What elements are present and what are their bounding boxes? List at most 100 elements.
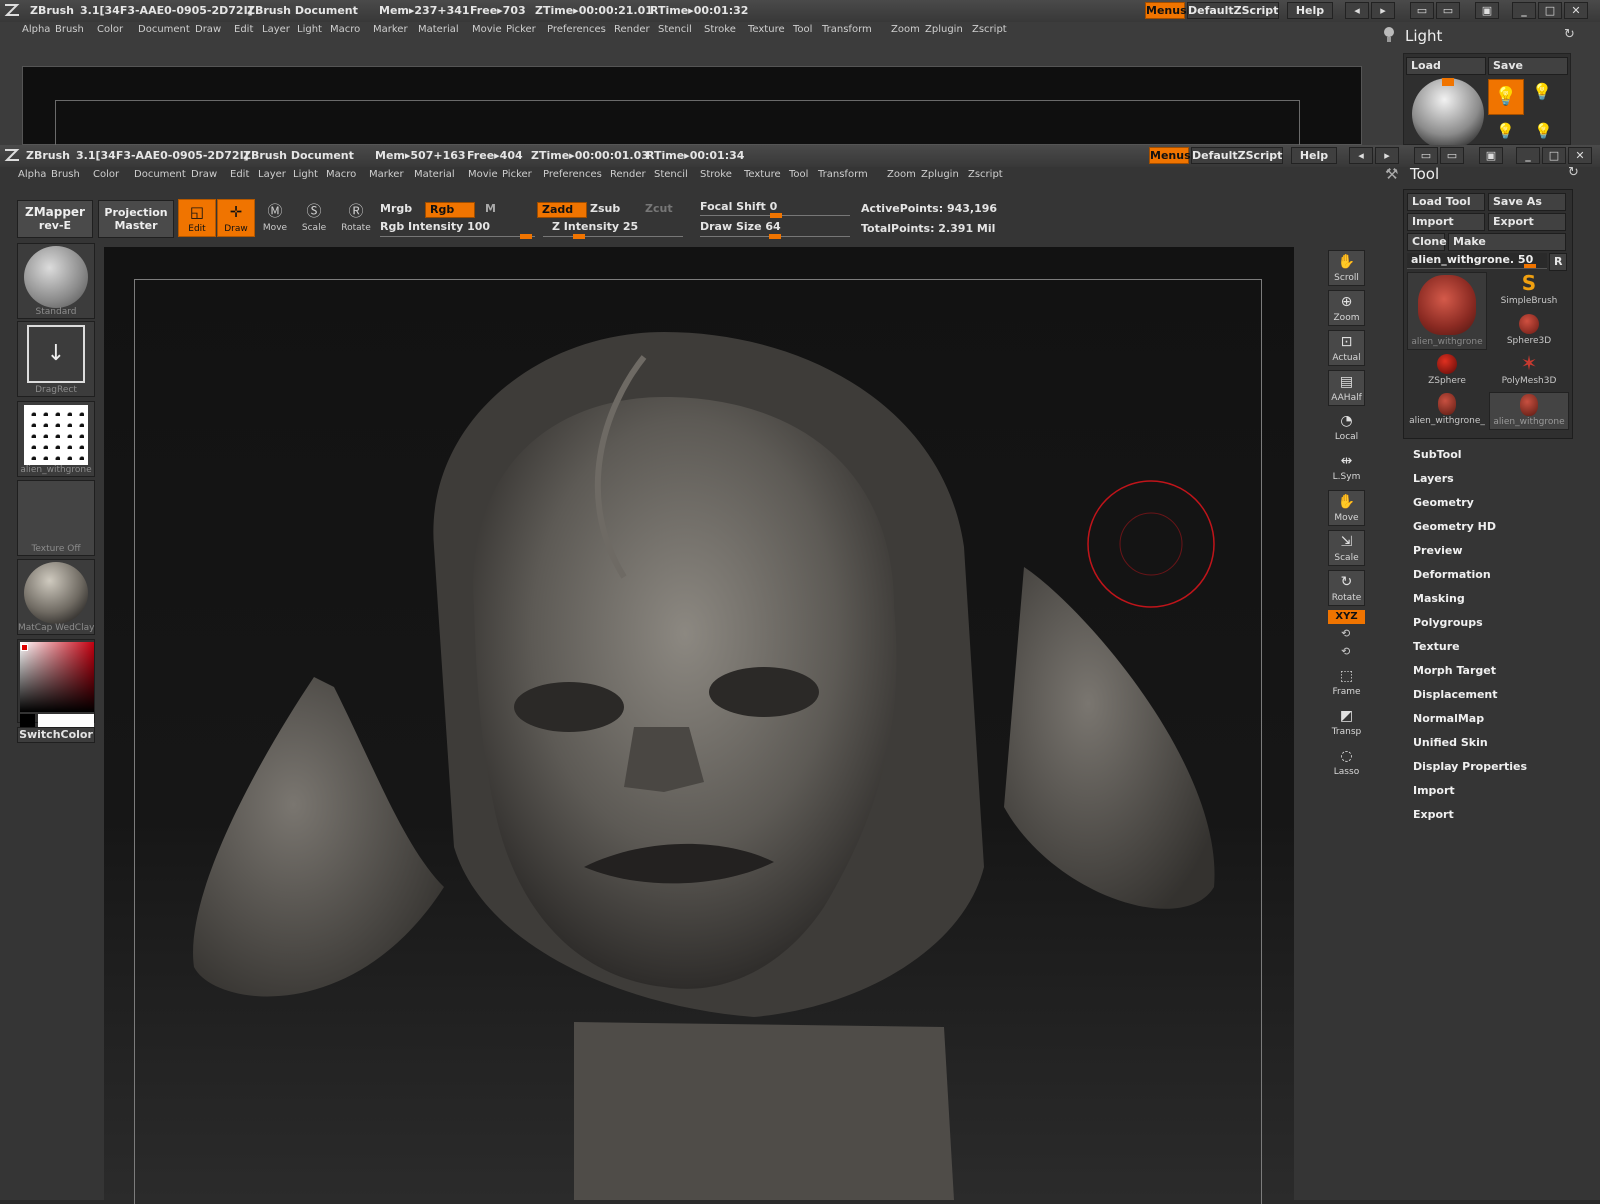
- menu-alpha[interactable]: Alpha: [18, 169, 46, 180]
- menu-render[interactable]: Render: [610, 169, 646, 180]
- menu-picker[interactable]: Picker: [506, 24, 536, 35]
- back-maximize-icon[interactable]: □: [1538, 2, 1562, 19]
- zoom-dock-button[interactable]: ⊕ Zoom: [1328, 290, 1365, 326]
- front-close-icon[interactable]: ✕: [1568, 147, 1592, 164]
- menu-render[interactable]: Render: [614, 24, 650, 35]
- clone-button[interactable]: Clone: [1407, 233, 1447, 251]
- load-tool-button[interactable]: Load Tool: [1407, 193, 1485, 211]
- light-bulb-4-icon[interactable]: 💡: [1534, 122, 1553, 140]
- menu-zoom[interactable]: Zoom: [887, 169, 916, 180]
- menu-layer[interactable]: Layer: [262, 24, 290, 35]
- back-scroll-right-icon[interactable]: ▸: [1371, 2, 1395, 19]
- draw-size-knob[interactable]: [769, 234, 781, 239]
- front-help-button[interactable]: Help: [1291, 147, 1337, 164]
- menu-color[interactable]: Color: [93, 169, 119, 180]
- menu-movie[interactable]: Movie: [472, 24, 502, 35]
- back-close-icon[interactable]: ✕: [1564, 2, 1588, 19]
- color-picker[interactable]: [17, 639, 95, 728]
- subpalette-geometry[interactable]: Geometry: [1413, 496, 1474, 509]
- menu-draw[interactable]: Draw: [195, 24, 221, 35]
- subpalette-deformation[interactable]: Deformation: [1413, 568, 1491, 581]
- menu-tool[interactable]: Tool: [793, 24, 812, 35]
- menu-draw[interactable]: Draw: [191, 169, 217, 180]
- back-minimize-icon[interactable]: _: [1512, 2, 1536, 19]
- light-position-marker[interactable]: [1442, 78, 1454, 86]
- menu-brush[interactable]: Brush: [55, 24, 84, 35]
- brush-selector[interactable]: Standard: [17, 243, 95, 319]
- z-intensity-knob[interactable]: [573, 234, 585, 239]
- focal-shift-knob[interactable]: [770, 213, 782, 218]
- menu-light[interactable]: Light: [293, 169, 318, 180]
- rgb-intensity-knob[interactable]: [520, 234, 532, 239]
- back-canvas[interactable]: [22, 66, 1362, 150]
- tool-import-button[interactable]: Import: [1407, 213, 1485, 231]
- scale-dock-button[interactable]: ⇲ Scale: [1328, 530, 1365, 566]
- tool-thumb-simplebrush[interactable]: S SimpleBrush: [1489, 272, 1569, 310]
- menu-tool[interactable]: Tool: [789, 169, 808, 180]
- stroke-selector[interactable]: ↓ DragRect: [17, 321, 95, 397]
- rotate-mode-button[interactable]: Ⓡ Rotate: [337, 199, 375, 237]
- switch-color-button[interactable]: SwitchColor: [17, 727, 95, 743]
- make-polymesh-button[interactable]: Make PolyMesh3D: [1448, 233, 1566, 264]
- subpalette-texture[interactable]: Texture: [1413, 640, 1460, 653]
- draw-mode-button[interactable]: ✛ Draw: [217, 199, 255, 237]
- menu-texture[interactable]: Texture: [748, 24, 785, 35]
- menu-transform[interactable]: Transform: [822, 24, 872, 35]
- menu-brush[interactable]: Brush: [51, 169, 80, 180]
- alpha-selector[interactable]: alien_withgrone: [17, 401, 95, 477]
- menu-preferences[interactable]: Preferences: [547, 24, 606, 35]
- menu-document[interactable]: Document: [138, 24, 190, 35]
- menu-zplugin[interactable]: Zplugin: [925, 24, 963, 35]
- move-mode-button[interactable]: Ⓜ Move: [256, 199, 294, 237]
- main-canvas[interactable]: [104, 247, 1294, 1204]
- material-selector[interactable]: MatCap WedClay: [17, 559, 95, 635]
- front-script-button[interactable]: DefaultZScript: [1191, 147, 1283, 164]
- light-load-button[interactable]: Load: [1406, 57, 1486, 75]
- alien-head-sculpt[interactable]: [104, 247, 1294, 1200]
- back-help-button[interactable]: Help: [1287, 2, 1333, 19]
- edit-mode-button[interactable]: ◱ Edit: [178, 199, 216, 237]
- light-save-button[interactable]: Save: [1488, 57, 1568, 75]
- back-layout2-icon[interactable]: ▭: [1436, 2, 1460, 19]
- subpalette-displacement[interactable]: Displacement: [1413, 688, 1498, 701]
- back-menus-button[interactable]: Menus: [1145, 2, 1187, 19]
- menu-layer[interactable]: Layer: [258, 169, 286, 180]
- focal-shift-slider[interactable]: Focal Shift 0: [700, 200, 777, 213]
- menu-macro[interactable]: Macro: [330, 24, 360, 35]
- menu-transform[interactable]: Transform: [818, 169, 868, 180]
- texture-selector[interactable]: Texture Off: [17, 480, 95, 556]
- tool-reset-icon[interactable]: ↻: [1568, 165, 1579, 180]
- rotate-dock-button[interactable]: ↻ Rotate: [1328, 570, 1365, 606]
- light-sphere-preview[interactable]: [1412, 78, 1484, 150]
- tool-export-button[interactable]: Export: [1488, 213, 1566, 231]
- tool-thumb-alien[interactable]: alien_withgrone: [1407, 272, 1487, 350]
- m-button[interactable]: M: [485, 202, 496, 215]
- foreground-color-swatch[interactable]: [38, 714, 94, 728]
- subpalette-subtool[interactable]: SubTool: [1413, 448, 1462, 461]
- menu-alpha[interactable]: Alpha: [22, 24, 50, 35]
- rotate-y-icon[interactable]: ⟲: [1341, 627, 1350, 640]
- tool-thumb-polymesh3d[interactable]: ✶ PolyMesh3D: [1489, 352, 1569, 390]
- menu-zoom[interactable]: Zoom: [891, 24, 920, 35]
- menu-color[interactable]: Color: [97, 24, 123, 35]
- rgb-button[interactable]: Rgb: [425, 202, 475, 218]
- menu-marker[interactable]: Marker: [373, 24, 408, 35]
- menu-zscript[interactable]: Zscript: [972, 24, 1007, 35]
- subpalette-preview[interactable]: Preview: [1413, 544, 1463, 557]
- scroll-dock-button[interactable]: ✋ Scroll: [1328, 250, 1365, 286]
- tool-thumb-alien-2[interactable]: alien_withgrone_: [1407, 392, 1487, 430]
- local-dock-button[interactable]: ◔ Local: [1328, 410, 1365, 446]
- subpalette-display-properties[interactable]: Display Properties: [1413, 760, 1527, 773]
- zadd-button[interactable]: Zadd: [537, 202, 587, 218]
- front-layout-icon[interactable]: ▭: [1414, 147, 1438, 164]
- back-script-button[interactable]: DefaultZScript: [1187, 2, 1279, 19]
- front-scroll-right-icon[interactable]: ▸: [1375, 147, 1399, 164]
- rgb-intensity-slider[interactable]: Rgb Intensity 100: [380, 220, 490, 233]
- menu-light[interactable]: Light: [297, 24, 322, 35]
- light-bulb-active-icon[interactable]: 💡: [1488, 79, 1524, 115]
- lasso-dock-button[interactable]: ◌ Lasso: [1328, 745, 1365, 781]
- frame-dock-button[interactable]: ⬚ Frame: [1328, 665, 1365, 701]
- front-maximize-icon[interactable]: □: [1542, 147, 1566, 164]
- zsub-button[interactable]: Zsub: [590, 202, 620, 215]
- current-tool-slider-knob[interactable]: [1524, 264, 1536, 268]
